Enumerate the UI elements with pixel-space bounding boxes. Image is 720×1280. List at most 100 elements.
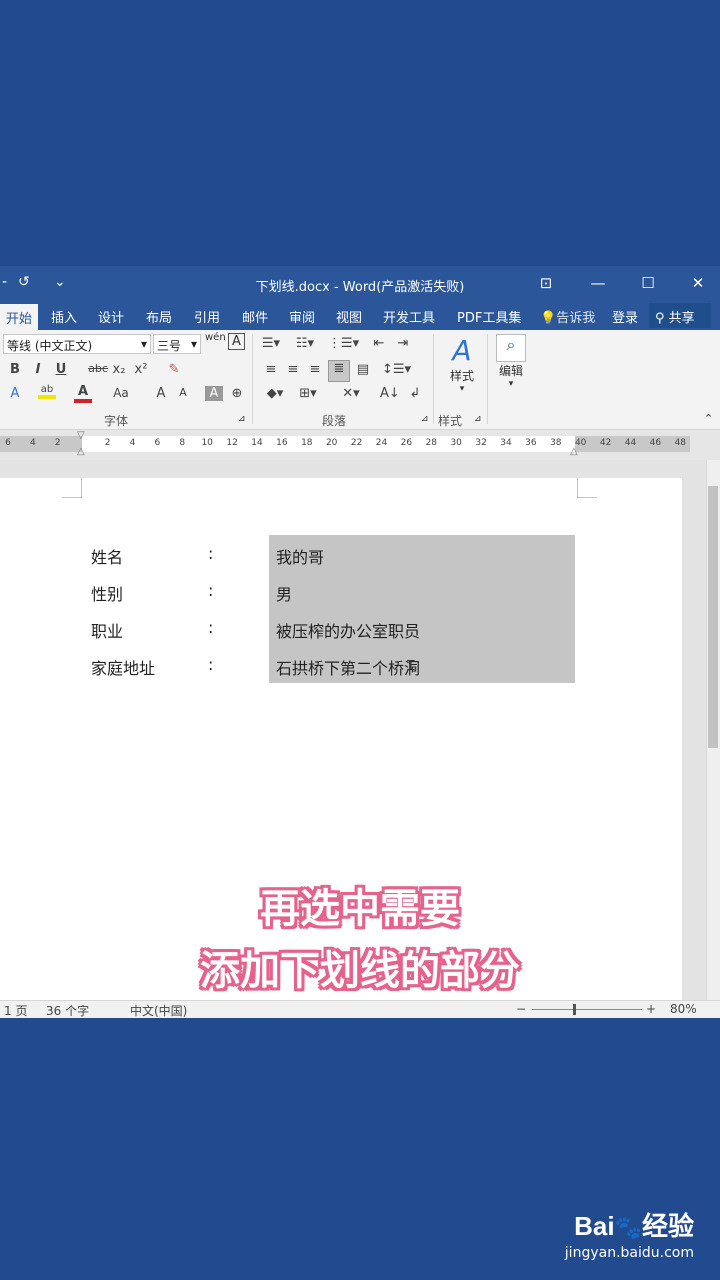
- change-case-icon[interactable]: Aa: [110, 386, 132, 400]
- subscript-icon[interactable]: x₂: [110, 362, 128, 377]
- maximize-button[interactable]: ☐: [636, 274, 660, 292]
- align-center-icon[interactable]: ≡: [284, 362, 302, 377]
- ruler-tick-label: 2: [104, 438, 111, 448]
- group-separator: [487, 334, 488, 424]
- search-icon: ⌕: [496, 334, 526, 362]
- tell-me-search[interactable]: 💡告诉我: [540, 307, 595, 326]
- font-name-combo[interactable]: 等线 (中文正文) ▾: [3, 334, 151, 354]
- asian-layout-icon[interactable]: ✕▾: [336, 386, 366, 401]
- tab-insert[interactable]: 插入: [51, 307, 77, 326]
- tab-mailings[interactable]: 邮件: [242, 307, 268, 326]
- zoom-out-button[interactable]: −: [516, 1002, 526, 1016]
- sort-icon[interactable]: A↓: [380, 386, 400, 401]
- grow-font-icon[interactable]: A: [152, 386, 170, 401]
- enclose-characters-icon[interactable]: ⊕: [228, 386, 246, 401]
- zoom-slider[interactable]: [532, 1009, 642, 1010]
- ribbon-tabs: 开始 插入 设计 布局 引用 邮件 审阅 视图 开发工具 PDF工具集 💡告诉我…: [0, 302, 720, 330]
- word-count[interactable]: 36 个字: [46, 1002, 89, 1018]
- ruler-tick-label: 48: [674, 438, 687, 448]
- shrink-font-icon[interactable]: A: [174, 386, 192, 399]
- collapse-ribbon-icon[interactable]: ⌃: [704, 412, 713, 425]
- field-value-name[interactable]: 我的哥: [276, 544, 324, 568]
- superscript-icon[interactable]: x²: [132, 362, 150, 377]
- page-count[interactable]: 1 页: [4, 1002, 27, 1018]
- decrease-indent-icon[interactable]: ⇤: [370, 336, 388, 351]
- shading-icon[interactable]: ◆▾: [260, 386, 290, 401]
- editing-button[interactable]: ⌕ 编辑 ▾: [492, 334, 530, 389]
- text-effects-icon[interactable]: A: [6, 386, 24, 401]
- bold-icon[interactable]: B: [6, 362, 24, 377]
- title-bar: - ↺ ⌄ 下划线.docx - Word(产品激活失败) ⊡ — ☐ ✕: [0, 266, 720, 302]
- ruler-tick-label: 28: [425, 438, 438, 448]
- language-indicator[interactable]: 中文(中国): [130, 1002, 187, 1018]
- tab-layout[interactable]: 布局: [146, 307, 172, 326]
- ruler-tick-label: 10: [201, 438, 213, 448]
- phonetic-guide-icon[interactable]: wén: [205, 332, 226, 343]
- ruler-tick-label: 44: [624, 438, 637, 448]
- multilevel-list-icon[interactable]: ⋮☰▾: [328, 336, 359, 351]
- horizontal-ruler: 6 4 2 2 4 6 8 10 12 14 16 18 20 22 24 26 28 30 32 34 36 38 40 4…: [0, 430, 720, 460]
- paragraph-dialog-launcher-icon[interactable]: ⊿: [421, 414, 429, 424]
- tab-design[interactable]: 设计: [98, 307, 124, 326]
- ribbon-display-options-icon[interactable]: ⊡: [534, 274, 558, 292]
- underline-icon[interactable]: U: [52, 362, 70, 377]
- line-spacing-icon[interactable]: ↕☰▾: [382, 362, 411, 377]
- italic-icon[interactable]: I: [29, 362, 47, 377]
- justify-icon[interactable]: ≣: [328, 360, 350, 382]
- increase-indent-icon[interactable]: ⇥: [394, 336, 412, 351]
- tab-developer[interactable]: 开发工具: [383, 307, 435, 326]
- strikethrough-icon[interactable]: abc: [86, 362, 110, 375]
- minimize-button[interactable]: —: [586, 274, 610, 292]
- character-shading-icon[interactable]: A: [205, 386, 223, 401]
- align-right-icon[interactable]: ≡: [306, 362, 324, 377]
- ruler-tick-label: 36: [525, 438, 537, 448]
- field-colon: :: [208, 544, 214, 563]
- highlight-icon[interactable]: ab: [38, 384, 56, 399]
- scrollbar-thumb[interactable]: [708, 486, 718, 748]
- styles-dialog-launcher-icon[interactable]: ⊿: [474, 414, 482, 424]
- distributed-icon[interactable]: ▤: [354, 362, 372, 377]
- zoom-slider-thumb[interactable]: [573, 1004, 576, 1015]
- font-dialog-launcher-icon[interactable]: ⊿: [238, 414, 246, 424]
- ruler-tick-label: 42: [599, 438, 612, 448]
- font-size-combo[interactable]: 三号 ▾: [153, 334, 201, 354]
- tab-review[interactable]: 审阅: [289, 307, 315, 326]
- brand-bai: Bai: [574, 1211, 615, 1241]
- ruler-tick-label: 18: [301, 438, 313, 448]
- bullets-icon[interactable]: ☰▾: [258, 336, 284, 351]
- styles-gallery-button[interactable]: A 样式 ▾: [440, 334, 484, 394]
- login-link[interactable]: 登录: [612, 307, 638, 326]
- group-separator: [433, 334, 434, 424]
- ruler-tick-label: 38: [550, 438, 562, 448]
- zoom-in-button[interactable]: +: [646, 1002, 656, 1016]
- ruler-tick-label: 24: [375, 438, 388, 448]
- borders-icon[interactable]: ⊞▾: [294, 386, 322, 401]
- clear-formatting-icon[interactable]: ✎: [165, 362, 183, 377]
- font-color-icon[interactable]: A: [74, 384, 92, 403]
- zoom-level[interactable]: 80%: [670, 1002, 697, 1016]
- indent-marker-icon[interactable]: ▽: [77, 430, 85, 441]
- field-value-gender[interactable]: 男: [276, 581, 292, 605]
- right-indent-marker-icon[interactable]: △: [570, 446, 578, 457]
- character-border-icon[interactable]: A: [228, 333, 245, 350]
- tab-home[interactable]: 开始: [0, 304, 39, 330]
- field-value-address[interactable]: 石拱桥下第二个桥洞: [276, 655, 420, 679]
- numbering-icon[interactable]: ☷▾: [292, 336, 318, 351]
- align-left-icon[interactable]: ≡: [262, 362, 280, 377]
- caption-line-1: 再选中需要: [260, 886, 460, 932]
- chevron-down-icon: ▾: [459, 384, 465, 394]
- field-label-address: 家庭地址: [91, 659, 156, 678]
- lightbulb-icon: 💡: [540, 311, 557, 326]
- share-button[interactable]: ⚲ 共享: [649, 303, 711, 328]
- close-button[interactable]: ✕: [686, 274, 710, 292]
- show-marks-icon[interactable]: ↲: [406, 386, 424, 401]
- tell-me-label: 告诉我: [556, 311, 596, 326]
- hanging-indent-marker-icon[interactable]: △: [77, 446, 85, 457]
- tab-view[interactable]: 视图: [336, 307, 362, 326]
- field-value-occupation[interactable]: 被压榨的办公室职员: [276, 618, 420, 642]
- font-size-value: 三号: [157, 339, 182, 353]
- tab-pdf-tools[interactable]: PDF工具集: [457, 307, 521, 326]
- tab-references[interactable]: 引用: [194, 307, 220, 326]
- paw-icon: 🐾: [614, 1215, 642, 1240]
- styles-label: 样式: [449, 369, 474, 383]
